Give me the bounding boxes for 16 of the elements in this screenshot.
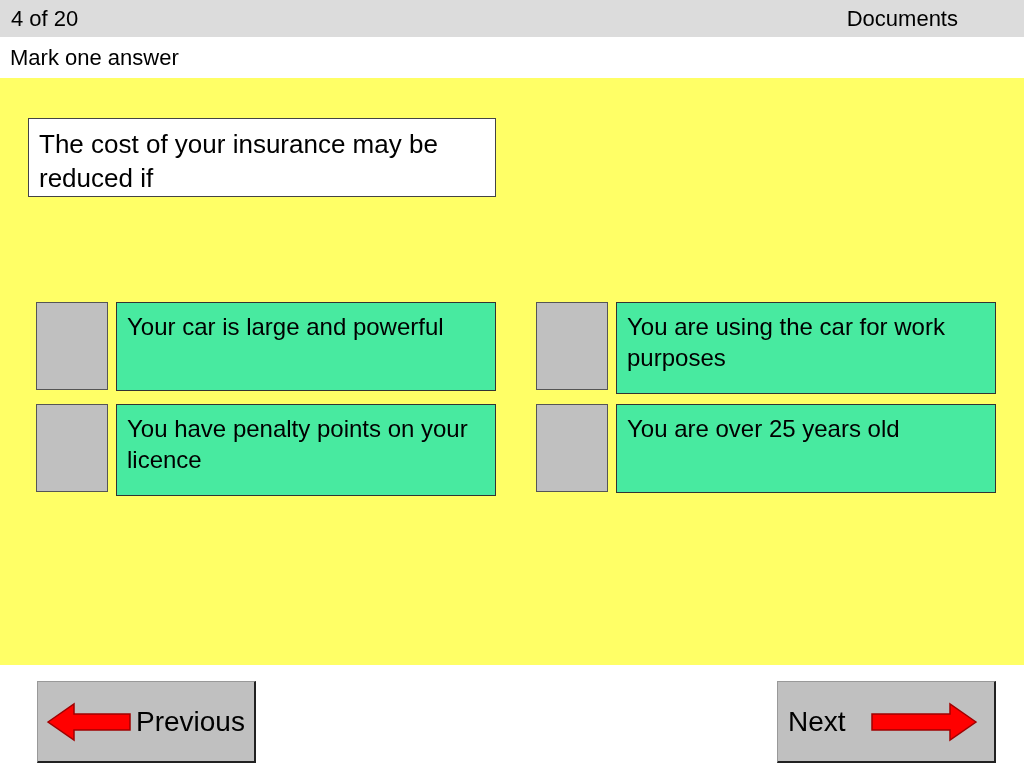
left-arrow-icon — [46, 701, 132, 742]
next-button[interactable]: Next — [777, 681, 996, 763]
answer-checkbox[interactable] — [536, 404, 608, 492]
answer-option[interactable]: You are using the car for work purposes — [616, 302, 996, 394]
question-box: The cost of your insurance may be reduced if — [28, 118, 496, 197]
answer-option[interactable]: You are over 25 years old — [616, 404, 996, 493]
instruction-text: Mark one answer — [10, 44, 179, 71]
answer-checkbox[interactable] — [536, 302, 608, 390]
answer-checkbox[interactable] — [36, 404, 108, 492]
right-arrow-icon — [870, 701, 978, 742]
answer-option[interactable]: Your car is large and powerful — [116, 302, 496, 391]
answer-option[interactable]: You have penalty points on your licence — [116, 404, 496, 496]
question-counter: 4 of 20 — [11, 5, 79, 32]
previous-button[interactable]: Previous — [37, 681, 256, 763]
answer-checkbox[interactable] — [36, 302, 108, 390]
category-title: Documents — [846, 5, 958, 32]
